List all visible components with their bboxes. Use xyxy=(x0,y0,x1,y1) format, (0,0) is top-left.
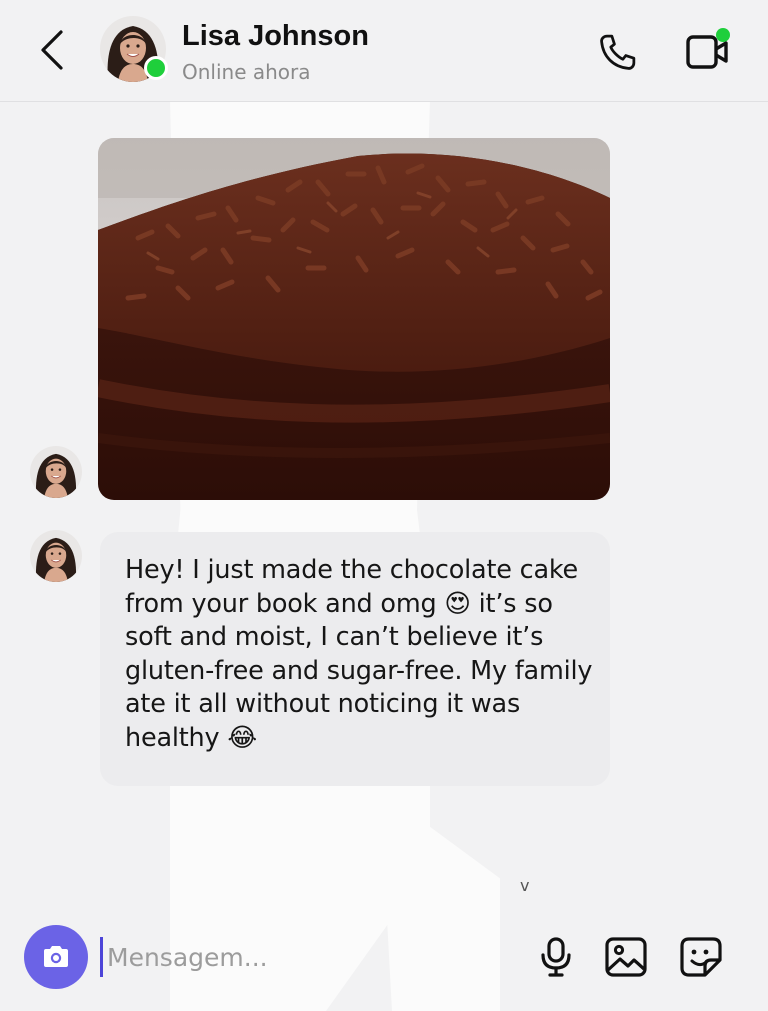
scroll-down-indicator[interactable]: v xyxy=(520,876,529,895)
chat-header: Lisa Johnson Online ahora xyxy=(0,0,768,102)
microphone-icon xyxy=(541,937,571,977)
video-call-button[interactable] xyxy=(680,26,736,76)
camera-icon xyxy=(44,946,68,967)
image-icon xyxy=(605,937,647,977)
gallery-button[interactable] xyxy=(602,933,650,981)
image-message[interactable] xyxy=(98,138,610,500)
video-notification-dot xyxy=(716,28,730,42)
message-input[interactable] xyxy=(100,937,500,977)
sender-avatar[interactable] xyxy=(30,530,82,582)
camera-button[interactable] xyxy=(24,925,88,989)
contact-status: Online ahora xyxy=(182,60,311,84)
voice-message-button[interactable] xyxy=(532,933,580,981)
contact-avatar[interactable] xyxy=(100,16,168,82)
sender-avatar[interactable] xyxy=(30,446,82,498)
phone-icon xyxy=(600,34,636,70)
avatar-photo xyxy=(30,530,82,582)
voice-call-button[interactable] xyxy=(592,28,642,78)
chevron-left-icon xyxy=(41,30,63,70)
message-composer xyxy=(0,915,768,1011)
chocolate-cake-photo xyxy=(98,138,610,500)
sticker-icon xyxy=(680,937,722,977)
contact-name: Lisa Johnson xyxy=(182,20,369,52)
sticker-button[interactable] xyxy=(677,933,725,981)
online-status-dot xyxy=(144,56,168,80)
avatar-photo xyxy=(30,446,82,498)
back-button[interactable] xyxy=(30,26,74,74)
message-text: Hey! I just made the chocolate cake from… xyxy=(125,555,593,753)
text-message-bubble[interactable]: Hey! I just made the chocolate cake from… xyxy=(100,532,610,786)
